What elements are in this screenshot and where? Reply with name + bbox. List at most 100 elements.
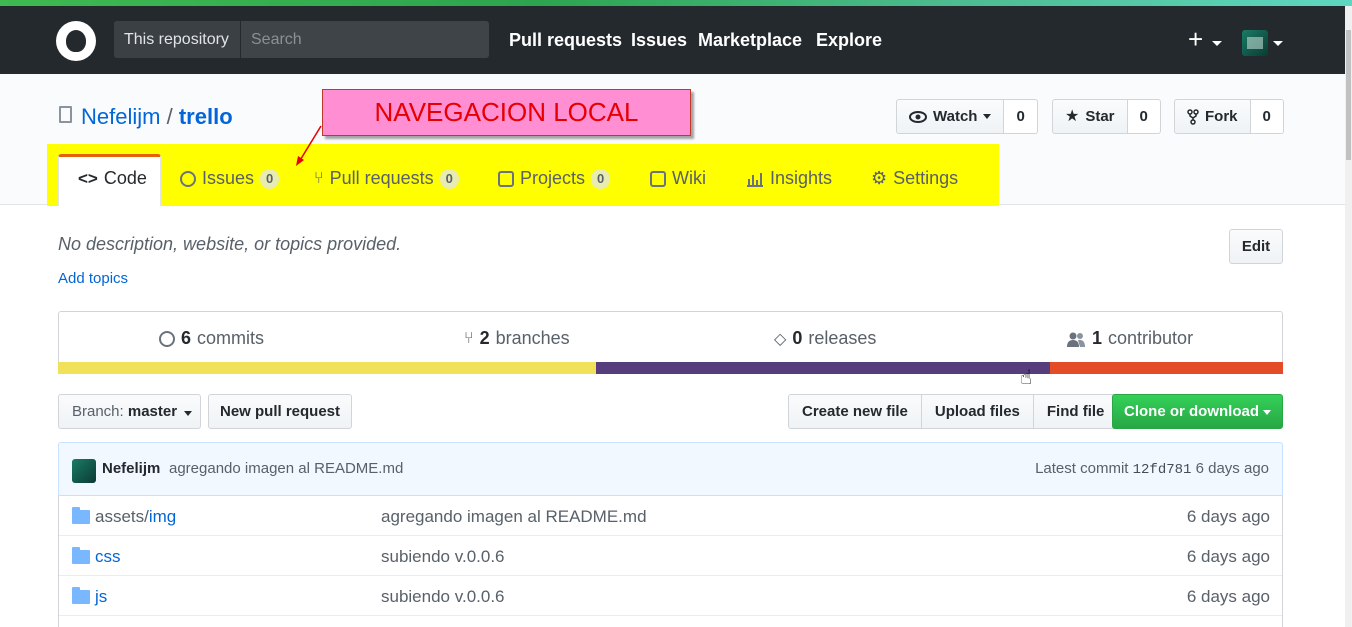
watch-button[interactable]: Watch xyxy=(896,99,1005,134)
language-segment[interactable] xyxy=(58,362,596,374)
fork-button[interactable]: Fork xyxy=(1174,99,1251,134)
nav-issues[interactable]: Issues xyxy=(631,30,687,51)
commit-sha[interactable]: 12fd781 xyxy=(1133,462,1192,478)
new-pull-request-button[interactable]: New pull request xyxy=(208,394,352,429)
add-topics-link[interactable]: Add topics xyxy=(58,270,128,287)
file-name-link[interactable]: css xyxy=(95,547,121,567)
tab-insights[interactable]: Insights xyxy=(746,168,832,189)
branches-link[interactable]: ⑂ 2 branches xyxy=(464,328,570,349)
file-commit-message[interactable]: subiendo v.0.0.6 xyxy=(381,547,505,567)
commit-author[interactable]: Nefelijm xyxy=(102,460,160,477)
branch-prefix: Branch: xyxy=(72,403,124,420)
graph-icon xyxy=(747,172,763,187)
watch-label: Watch xyxy=(933,108,978,125)
github-logo-icon[interactable] xyxy=(56,21,96,61)
star-button[interactable]: ★ Star xyxy=(1052,99,1128,134)
file-row[interactable]: css subiendo v.0.0.6 6 days ago xyxy=(59,536,1282,576)
watch-group: Watch 0 xyxy=(896,99,1038,134)
search-input[interactable]: Search xyxy=(251,21,302,58)
project-icon xyxy=(498,170,514,187)
clone-label: Clone or download xyxy=(1124,403,1259,420)
repo-description: No description, website, or topics provi… xyxy=(58,234,402,254)
contributors-count: 1 xyxy=(1092,328,1103,348)
file-commit-message[interactable]: agregando imagen al README.md xyxy=(381,507,647,527)
people-icon xyxy=(1067,332,1085,347)
language-segment[interactable] xyxy=(1050,362,1283,374)
chevron-down-icon[interactable] xyxy=(1273,41,1283,46)
file-row[interactable]: assets/img agregando imagen al README.md… xyxy=(59,496,1282,536)
branch-name: master xyxy=(127,403,178,420)
tab-projects-label: Projects xyxy=(520,168,586,188)
file-list: assets/img agregando imagen al README.md… xyxy=(58,496,1283,627)
tab-issues[interactable]: Issues 0 xyxy=(180,168,280,189)
tab-wiki-label: Wiki xyxy=(672,168,706,188)
latest-commit-bar: Nefelijm agregando imagen al README.md L… xyxy=(58,442,1283,496)
clone-or-download-button[interactable]: Clone or download xyxy=(1112,394,1283,429)
find-file-button[interactable]: Find file xyxy=(1032,394,1119,429)
file-age: 6 days ago xyxy=(1186,507,1270,526)
releases-link[interactable]: ◇ 0 releases xyxy=(774,328,876,349)
tab-wiki[interactable]: Wiki xyxy=(650,168,706,189)
create-new-file-button[interactable]: Create new file xyxy=(788,394,922,429)
repo-name-link[interactable]: trello xyxy=(179,104,233,129)
tab-code-label: Code xyxy=(103,168,147,188)
search-box[interactable]: This repository Search xyxy=(114,21,489,58)
branch-select-button[interactable]: Branch: master xyxy=(58,394,201,429)
tab-pull-requests[interactable]: ⑂ Pull requests 0 xyxy=(314,168,459,189)
file-name-link[interactable]: assets/img xyxy=(95,507,176,527)
folder-icon xyxy=(72,547,90,564)
latest-commit-info: Latest commit 12fd781 6 days ago xyxy=(1035,460,1269,478)
language-segment[interactable] xyxy=(595,362,1051,374)
contributors-label: contributor xyxy=(1108,328,1194,348)
releases-count: 0 xyxy=(792,328,803,348)
repo-owner-link[interactable]: Nefelijm xyxy=(81,104,160,129)
plus-icon[interactable]: + xyxy=(1188,26,1203,52)
scrollbar-thumb[interactable] xyxy=(1346,30,1351,160)
annotation-label: NAVEGACION LOCAL xyxy=(322,89,691,136)
fork-group: Fork 0 xyxy=(1174,99,1284,134)
file-age: 6 days ago xyxy=(1186,587,1270,606)
fork-label: Fork xyxy=(1205,108,1238,125)
mouse-cursor-icon: ☝ xyxy=(1020,367,1033,389)
history-icon xyxy=(159,330,175,347)
issue-icon xyxy=(180,170,196,187)
nav-marketplace[interactable]: Marketplace xyxy=(698,30,802,51)
tab-issues-count: 0 xyxy=(260,168,280,189)
chevron-down-icon[interactable] xyxy=(1212,41,1222,46)
search-scope-label: This repository xyxy=(114,21,241,58)
upload-files-button[interactable]: Upload files xyxy=(920,394,1034,429)
commit-message[interactable]: agregando imagen al README.md xyxy=(169,460,403,477)
star-group: ★ Star 0 xyxy=(1052,99,1161,134)
repo-title: Nefelijm / trello xyxy=(81,104,233,130)
fork-icon xyxy=(1187,108,1199,125)
tag-icon: ◇ xyxy=(774,330,787,348)
file-row[interactable]: js subiendo v.0.0.6 6 days ago xyxy=(59,576,1282,616)
book-icon xyxy=(650,170,666,187)
tab-pull-requests-label: Pull requests xyxy=(329,168,434,188)
nav-explore[interactable]: Explore xyxy=(816,30,882,51)
commits-link[interactable]: 6 commits xyxy=(159,328,264,349)
nav-pull-requests[interactable]: Pull requests xyxy=(509,30,622,51)
file-name: img xyxy=(148,507,177,526)
language-bar[interactable] xyxy=(58,362,1283,374)
folder-icon xyxy=(72,507,90,524)
pull-request-icon: ⑂ xyxy=(314,169,324,187)
user-avatar[interactable] xyxy=(1242,30,1268,56)
contributors-link[interactable]: 1 contributor xyxy=(1066,328,1193,349)
code-icon: <> xyxy=(78,168,98,188)
file-name-link[interactable]: js xyxy=(95,587,107,607)
gear-icon: ⚙ xyxy=(871,168,888,188)
fork-count[interactable]: 0 xyxy=(1250,99,1284,134)
tab-settings-label: Settings xyxy=(893,168,959,188)
commit-author-avatar[interactable] xyxy=(72,459,96,483)
tab-code[interactable]: <> Code xyxy=(78,168,147,189)
file-commit-message[interactable]: subiendo v.0.0.6 xyxy=(381,587,505,607)
chevron-down-icon xyxy=(1263,409,1271,415)
tab-pull-requests-count: 0 xyxy=(439,168,459,189)
tab-settings[interactable]: ⚙ Settings xyxy=(871,168,958,189)
watch-count[interactable]: 0 xyxy=(1004,99,1038,134)
star-count[interactable]: 0 xyxy=(1127,99,1161,134)
chevron-down-icon xyxy=(983,114,992,119)
tab-projects[interactable]: Projects 0 xyxy=(498,168,611,189)
edit-button[interactable]: Edit xyxy=(1229,229,1283,264)
